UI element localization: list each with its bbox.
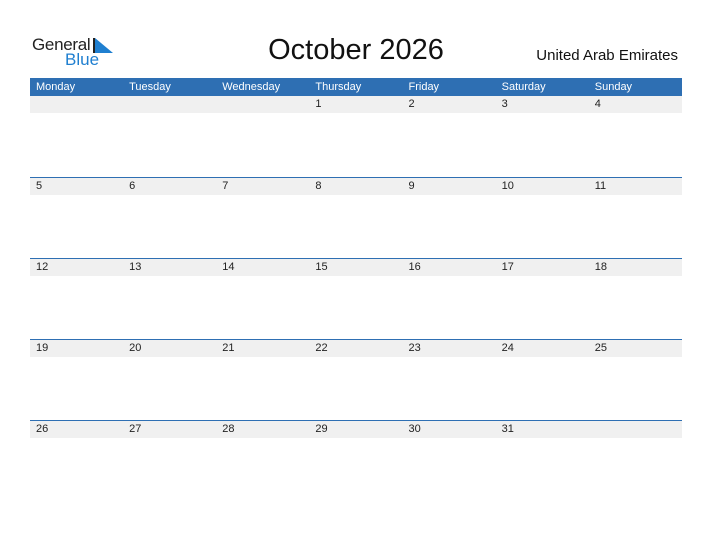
date-strip: 19 20 21 22 23 24 25	[30, 339, 682, 357]
day-cell: 6	[129, 180, 136, 192]
day-cell: 8	[315, 180, 322, 192]
weekday-label: Friday	[408, 81, 440, 93]
day-cell: 28	[222, 423, 235, 435]
weekday-label: Sunday	[594, 81, 633, 93]
day-cell: 23	[408, 342, 421, 354]
week-row: 19 20 21 22 23 24 25	[30, 339, 682, 420]
day-cell: 9	[408, 180, 415, 192]
day-cell: 13	[129, 261, 142, 273]
day-cell: 26	[36, 423, 49, 435]
day-cell: 12	[36, 261, 49, 273]
date-strip: 5 6 7 8 9 10 11	[30, 177, 682, 195]
day-cell: 1	[315, 98, 322, 110]
day-cell: 27	[129, 423, 142, 435]
day-cell	[30, 96, 123, 113]
day-cell: 16	[408, 261, 421, 273]
date-strip: 12 13 14 15 16 17 18	[30, 258, 682, 276]
day-cell: 5	[36, 180, 43, 192]
week-row: 1 2 3 4	[30, 96, 682, 177]
day-cell: 31	[501, 423, 514, 435]
date-strip: 26 27 28 29 30 31	[30, 420, 682, 438]
day-cell: 15	[315, 261, 328, 273]
day-cell: 3	[501, 98, 508, 110]
day-cell	[216, 96, 309, 113]
calendar-grid: Monday Tuesday Wednesday Thursday Friday…	[30, 78, 682, 501]
day-cell: 21	[222, 342, 235, 354]
day-cell: 10	[501, 180, 514, 192]
weekday-label: Tuesday	[129, 81, 171, 93]
weekday-label: Wednesday	[222, 81, 281, 93]
day-cell: 24	[501, 342, 514, 354]
day-cell: 7	[222, 180, 229, 192]
weekday-header: Monday Tuesday Wednesday Thursday Friday…	[30, 78, 682, 96]
day-cell: 17	[501, 261, 514, 273]
day-cell: 19	[36, 342, 49, 354]
week-row: 5 6 7 8 9 10 11	[30, 177, 682, 258]
date-strip: 1 2 3 4	[30, 96, 682, 113]
day-cell	[123, 96, 216, 113]
weekday-label: Monday	[36, 81, 76, 93]
day-cell: 14	[222, 261, 235, 273]
day-cell: 20	[129, 342, 142, 354]
day-cell: 2	[408, 98, 415, 110]
day-cell: 29	[315, 423, 328, 435]
day-cell: 22	[315, 342, 328, 354]
country-label: United Arab Emirates	[536, 47, 678, 64]
day-cell: 11	[594, 180, 607, 192]
week-row: 12 13 14 15 16 17 18	[30, 258, 682, 339]
weekday-label: Saturday	[501, 81, 546, 93]
day-cell: 30	[408, 423, 421, 435]
day-cell: 18	[594, 261, 607, 273]
weekday-label: Thursday	[315, 81, 362, 93]
day-cell	[589, 421, 682, 438]
day-cell: 4	[594, 98, 601, 110]
day-cell: 25	[594, 342, 607, 354]
week-row: 26 27 28 29 30 31	[30, 420, 682, 501]
